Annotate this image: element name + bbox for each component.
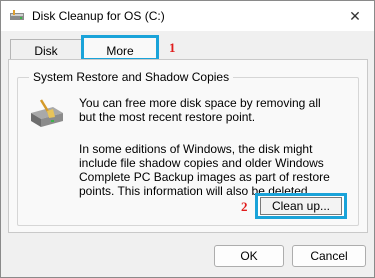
title-bar: Disk Cleanup for OS (C:) ✕ [1,1,374,31]
ok-button[interactable]: OK [214,245,284,267]
disk-cleanup-window: Disk Cleanup for OS (C:) ✕ Disk Cleanup … [0,0,375,278]
close-icon: ✕ [349,7,361,24]
close-button[interactable]: ✕ [336,1,374,31]
clean-up-button[interactable]: Clean up... [255,193,347,219]
cancel-button[interactable]: Cancel [292,245,366,267]
disk-cleanup-icon [10,10,24,20]
tab-callout-number: 1 [169,40,176,55]
restore-point-description: You can free more disk space by removing… [79,96,321,124]
shadow-copies-description: In some editions of Windows, the disk mi… [79,142,330,198]
clean-up-button-label: Clean up... [260,197,342,215]
button-callout-number: 2 [241,199,248,214]
window-title: Disk Cleanup for OS (C:) [32,9,165,23]
tab-strip: Disk Cleanup More Options 1 [1,31,374,84]
drive-cleanup-icon [31,99,63,127]
group-legend: System Restore and Shadow Copies [29,70,234,84]
tab-more-options[interactable]: More Options [81,35,159,84]
